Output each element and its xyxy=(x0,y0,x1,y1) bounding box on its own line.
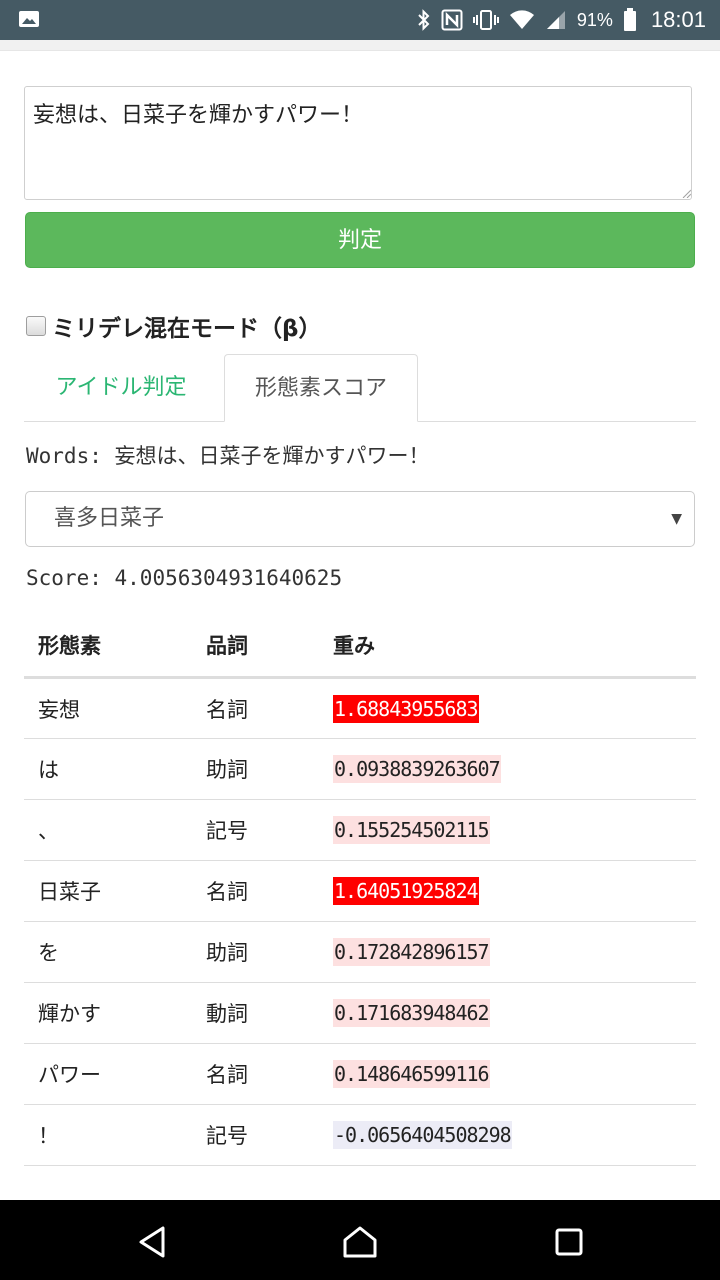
pos-cell: 動詞 xyxy=(192,982,319,1044)
signal-icon xyxy=(546,11,565,29)
pos-cell: 記号 xyxy=(192,799,319,861)
pos-cell: 名詞 xyxy=(192,860,319,922)
weight-cell: 0.155254502115 xyxy=(319,799,696,861)
image-notification-icon xyxy=(19,11,39,27)
back-icon[interactable] xyxy=(137,1225,167,1259)
table-row: 、記号 0.155254502115 xyxy=(24,799,696,861)
mode-checkbox[interactable] xyxy=(26,316,46,336)
tab-idol-judge[interactable]: アイドル判定 xyxy=(26,354,216,422)
header-weight: 重み xyxy=(319,614,696,679)
weight-cell: 0.171683948462 xyxy=(319,982,696,1044)
words-line: Words: 妄想は、日菜子を輝かすパワー！ xyxy=(26,440,430,470)
words-text: 妄想は、日菜子を輝かすパワー！ xyxy=(114,444,430,468)
table-row: を助詞 0.172842896157 xyxy=(24,921,696,983)
weight-value: -0.0656404508298 xyxy=(333,1121,512,1149)
morpheme-cell: パワー xyxy=(24,1043,192,1105)
morpheme-cell: は xyxy=(24,738,192,800)
weight-cell: 0.148646599116 xyxy=(319,1043,696,1105)
idol-select-value: 喜多日菜子 xyxy=(54,506,165,531)
weight-value: 0.0938839263607 xyxy=(333,755,501,783)
weight-cell: 0.0938839263607 xyxy=(319,738,696,800)
wifi-icon xyxy=(509,10,534,29)
morpheme-cell: を xyxy=(24,921,192,983)
pos-cell: 名詞 xyxy=(192,1043,319,1105)
resize-grip-icon[interactable] xyxy=(681,188,691,198)
battery-icon xyxy=(623,8,636,31)
mode-option[interactable]: ミリデレ混在モード（β） xyxy=(26,308,321,344)
morpheme-cell: ！ xyxy=(24,1104,192,1166)
chevron-down-icon: ▼ xyxy=(671,511,682,527)
phrase-input[interactable]: 妄想は、日菜子を輝かすパワー！ xyxy=(24,86,692,200)
tab-morpheme-score[interactable]: 形態素スコア xyxy=(224,354,418,422)
pos-cell: 助詞 xyxy=(192,921,319,983)
home-icon[interactable] xyxy=(342,1224,378,1260)
table-row: 輝かす 動詞 0.171683948462 xyxy=(24,982,696,1044)
weight-value: 0.155254502115 xyxy=(333,816,490,844)
weight-value: 1.64051925824 xyxy=(333,877,479,905)
table-header-row: 形態素 品詞 重み xyxy=(24,614,696,679)
vibrate-icon xyxy=(472,10,499,30)
morpheme-cell: 輝かす xyxy=(24,982,192,1044)
clock: 18:01 xyxy=(650,7,706,32)
words-prefix: Words: xyxy=(26,444,115,468)
morpheme-cell: 妄想 xyxy=(24,677,192,739)
weight-cell: 1.68843955683 xyxy=(319,677,696,739)
score-line: Score: 4.0056304931640625 xyxy=(26,566,342,590)
table-row: パワー 名詞 0.148646599116 xyxy=(24,1043,696,1105)
score-prefix: Score: xyxy=(26,566,115,590)
morpheme-table: 形態素 品詞 重み 妄想 名詞 1.68843955683 は助詞 0.09388392… xyxy=(24,614,696,1166)
recents-icon[interactable] xyxy=(555,1228,583,1256)
table-row: は助詞 0.0938839263607 xyxy=(24,738,696,800)
status-bar: 91% 18:01 xyxy=(0,0,720,40)
weight-value: 0.171683948462 xyxy=(333,999,490,1027)
bluetooth-icon xyxy=(418,9,430,31)
pos-cell: 記号 xyxy=(192,1104,319,1166)
weight-cell: 1.64051925824 xyxy=(319,860,696,922)
header-pos: 品詞 xyxy=(192,614,319,679)
weight-cell: 0.172842896157 xyxy=(319,921,696,983)
weight-cell: -0.0656404508298 xyxy=(319,1104,696,1166)
weight-value: 1.68843955683 xyxy=(333,694,479,723)
header-morpheme: 形態素 xyxy=(24,614,192,679)
weight-value: 0.148646599116 xyxy=(333,1060,490,1088)
navigation-bar xyxy=(0,1200,720,1280)
morpheme-cell: 日菜子 xyxy=(24,860,192,922)
battery-percent: 91% xyxy=(576,9,613,30)
pos-cell: 名詞 xyxy=(192,677,319,739)
weight-value: 0.172842896157 xyxy=(333,938,490,966)
table-row: 日菜子 名詞 1.64051925824 xyxy=(24,860,696,922)
table-row: 妄想 名詞 1.68843955683 xyxy=(24,677,696,739)
table-row: ！記号 -0.0656404508298 xyxy=(24,1104,696,1166)
score-value: 4.0056304931640625 xyxy=(114,566,343,590)
pos-cell: 助詞 xyxy=(192,738,319,800)
morpheme-cell: 、 xyxy=(24,799,192,861)
judge-button[interactable]: 判定 xyxy=(25,212,695,268)
header-divider xyxy=(0,40,720,51)
mode-label: ミリデレ混在モード（β） xyxy=(52,316,322,342)
idol-select[interactable]: 喜多日菜子 ▼ xyxy=(25,491,695,547)
nfc-icon xyxy=(441,9,463,31)
